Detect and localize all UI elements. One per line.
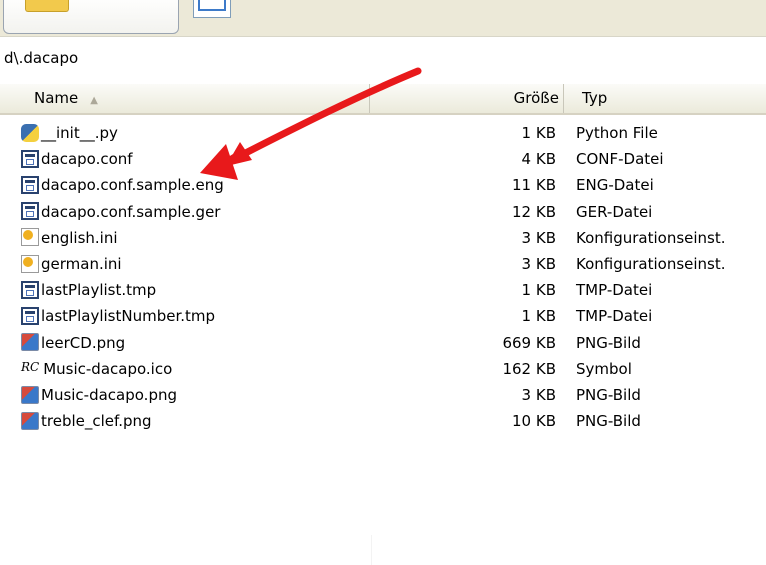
file-type: CONF-Datei <box>576 150 664 169</box>
conf-file-icon <box>21 149 39 168</box>
file-size: 162 KB <box>502 359 556 378</box>
file-name-cell[interactable]: Music-dacapo.png <box>21 382 177 408</box>
folder-icon <box>25 0 69 12</box>
address-path: d\.dacapo <box>4 49 79 67</box>
address-bar[interactable]: d\.dacapo <box>0 36 766 79</box>
png-image-icon <box>21 411 39 430</box>
file-size: 1 KB <box>521 124 556 142</box>
conf-file-icon <box>21 202 39 221</box>
file-name: dacapo.conf.sample.ger <box>41 202 221 221</box>
file-type: Konfigurationseinst. <box>576 228 726 247</box>
tmp-file-icon <box>21 306 39 325</box>
file-name-cell[interactable]: RC Music-dacapo.ico <box>21 356 172 382</box>
toolbar <box>0 0 766 36</box>
file-row[interactable]: german.ini 3 KB Konfigurationseinst. <box>0 251 766 277</box>
file-row[interactable]: leerCD.png 669 KB PNG-Bild <box>0 330 766 356</box>
file-name: lastPlaylist.tmp <box>41 281 157 300</box>
file-size: 10 KB <box>512 412 556 431</box>
file-row[interactable]: lastPlaylist.tmp 1 KB TMP-Datei <box>0 277 766 303</box>
file-row[interactable]: dacapo.conf.sample.eng 11 KB ENG-Datei <box>0 172 766 198</box>
file-row[interactable]: lastPlaylistNumber.tmp 1 KB TMP-Datei <box>0 303 766 329</box>
conf-file-icon <box>21 175 39 194</box>
column-header-row: Name ▲ Größe Typ <box>0 84 766 115</box>
file-type: TMP-Datei <box>576 281 653 300</box>
file-size: 11 KB <box>512 176 556 195</box>
file-size: 1 KB <box>521 281 556 300</box>
column-header-size[interactable]: Größe <box>371 84 564 113</box>
file-name: dacapo.conf <box>41 150 133 169</box>
file-size: 3 KB <box>521 228 556 247</box>
file-row[interactable]: Music-dacapo.png 3 KB PNG-Bild <box>0 382 766 408</box>
file-name: Music-dacapo.png <box>41 386 177 404</box>
file-name: treble_clef.png <box>41 412 152 431</box>
tmp-file-icon <box>21 280 39 299</box>
ini-file-icon <box>21 254 39 273</box>
file-row[interactable]: RC Music-dacapo.ico 162 KB Symbol <box>0 356 766 382</box>
file-row[interactable]: dacapo.conf 4 KB CONF-Datei <box>0 146 766 172</box>
file-name: Music-dacapo.ico <box>43 359 173 378</box>
rc-symbol-icon: RC <box>21 360 40 375</box>
file-name: dacapo.conf.sample.eng <box>41 176 224 195</box>
file-name-cell[interactable]: german.ini <box>21 251 122 277</box>
file-size: 1 KB <box>521 307 556 326</box>
file-name-cell[interactable]: lastPlaylist.tmp <box>21 277 156 303</box>
file-name-cell[interactable]: leerCD.png <box>21 330 125 356</box>
file-name-cell[interactable]: dacapo.conf.sample.eng <box>21 172 224 198</box>
file-name-cell[interactable]: lastPlaylistNumber.tmp <box>21 303 215 329</box>
file-name: __init__.py <box>41 124 118 142</box>
file-row[interactable]: dacapo.conf.sample.ger 12 KB GER-Datei <box>0 199 766 225</box>
file-name-cell[interactable]: __init__.py <box>21 120 118 146</box>
file-size: 12 KB <box>512 202 556 221</box>
file-size: 3 KB <box>521 386 556 404</box>
column-header-type-label: Typ <box>582 89 608 107</box>
file-name: leerCD.png <box>41 333 126 352</box>
file-name-cell[interactable]: english.ini <box>21 225 118 251</box>
png-image-icon <box>21 333 39 352</box>
python-file-icon <box>21 123 39 142</box>
file-row[interactable]: __init__.py 1 KB Python File <box>0 120 766 146</box>
file-type: TMP-Datei <box>576 307 653 326</box>
file-row[interactable]: english.ini 3 KB Konfigurationseinst. <box>0 225 766 251</box>
file-size: 3 KB <box>521 255 556 273</box>
file-size: 4 KB <box>521 150 556 169</box>
file-name-cell[interactable]: treble_clef.png <box>21 408 152 434</box>
file-row[interactable]: treble_clef.png 10 KB PNG-Bild <box>0 408 766 434</box>
png-image-icon <box>21 385 39 404</box>
file-type: Konfigurationseinst. <box>576 255 726 273</box>
file-type: ENG-Datei <box>576 176 654 195</box>
sort-ascending-icon: ▲ <box>90 95 98 106</box>
column-header-name[interactable]: Name ▲ <box>0 84 370 113</box>
column-header-type[interactable]: Typ <box>565 84 766 113</box>
file-name-cell[interactable]: dacapo.conf.sample.ger <box>21 199 220 225</box>
file-name: lastPlaylistNumber.tmp <box>41 307 216 326</box>
file-type: GER-Datei <box>576 202 653 221</box>
file-type: Python File <box>576 124 658 142</box>
views-icon <box>198 0 226 11</box>
folders-button[interactable] <box>3 0 179 34</box>
file-type: PNG-Bild <box>576 412 641 431</box>
file-type: PNG-Bild <box>576 386 641 404</box>
column-divider <box>371 535 372 565</box>
file-type: Symbol <box>576 359 632 378</box>
ini-file-icon <box>21 228 39 247</box>
file-size: 669 KB <box>502 333 556 352</box>
views-button[interactable] <box>193 0 231 18</box>
file-type: PNG-Bild <box>576 333 641 352</box>
column-header-name-label: Name <box>34 89 79 107</box>
file-name: german.ini <box>41 255 122 273</box>
file-name-cell[interactable]: dacapo.conf <box>21 146 133 172</box>
file-name: english.ini <box>41 228 118 247</box>
column-header-size-label: Größe <box>513 89 559 107</box>
